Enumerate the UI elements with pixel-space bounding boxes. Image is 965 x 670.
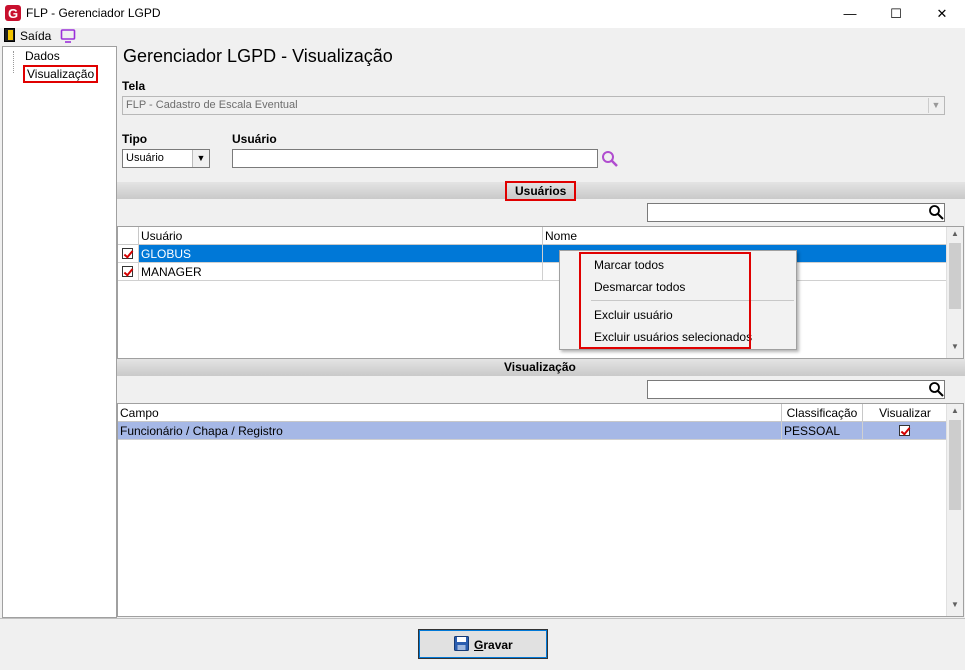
checkbox[interactable] [122, 266, 133, 277]
scroll-down-icon[interactable]: ▼ [947, 600, 963, 614]
usuario-label: Usuário [232, 132, 277, 146]
window-title: FLP - Gerenciador LGPD [26, 6, 161, 20]
table-row[interactable]: GLOBUS [118, 245, 947, 263]
grid-header-nome[interactable]: Nome [543, 227, 947, 245]
tipo-label: Tipo [122, 132, 148, 146]
search-icon[interactable] [928, 204, 944, 220]
search-icon[interactable] [928, 381, 944, 397]
usuarios-search-input[interactable] [647, 203, 945, 222]
usuario-cell: GLOBUS [139, 245, 543, 263]
visualizacao-search-input[interactable] [647, 380, 945, 399]
visualizacao-section-title: Visualização [504, 360, 576, 374]
exit-door-icon[interactable] [4, 28, 15, 42]
checkbox[interactable] [899, 425, 910, 436]
save-button[interactable]: Gravar [418, 629, 548, 659]
chevron-down-icon[interactable]: ▼ [192, 150, 209, 167]
usuarios-grid: Usuário Nome GLOBUS MANAGER ▲ ▼ [117, 226, 964, 359]
minimize-button[interactable]: — [827, 0, 873, 28]
svg-text:G: G [8, 6, 18, 21]
usuarios-section-title: Usuários [505, 181, 577, 201]
search-icon[interactable] [601, 150, 619, 168]
scroll-up-icon[interactable]: ▲ [947, 229, 963, 243]
grid-header-visualizar[interactable]: Visualizar [863, 404, 947, 422]
usuario-input[interactable] [232, 149, 598, 168]
row-check-cell[interactable] [118, 263, 139, 281]
scroll-thumb[interactable] [949, 420, 961, 510]
scroll-thumb[interactable] [949, 243, 961, 309]
exit-button[interactable]: Saída [20, 29, 51, 43]
visualizar-cell[interactable] [863, 422, 947, 440]
row-check-cell[interactable] [118, 245, 139, 263]
table-row[interactable]: MANAGER [118, 263, 947, 281]
maximize-button[interactable]: ☐ [873, 0, 919, 28]
scroll-down-icon[interactable]: ▼ [947, 342, 963, 356]
grid-header-check [118, 227, 139, 245]
toolbar [0, 28, 965, 46]
footer-divider [0, 618, 965, 619]
grid-header-usuario[interactable]: Usuário [139, 227, 543, 245]
campo-cell: Funcionário / Chapa / Registro [118, 422, 782, 440]
tela-label: Tela [122, 79, 146, 93]
save-button-label: Gravar [474, 638, 513, 652]
visualizacao-grid: Campo Classificação Visualizar Funcionár… [117, 403, 964, 617]
vertical-scrollbar[interactable]: ▲ ▼ [946, 404, 963, 616]
monitor-icon[interactable] [60, 28, 76, 44]
tree-item-dados[interactable]: Dados [23, 49, 62, 63]
vertical-scrollbar[interactable]: ▲ ▼ [946, 227, 963, 358]
classificacao-cell: PESSOAL [782, 422, 863, 440]
page-title: Gerenciador LGPD - Visualização [123, 46, 393, 66]
tela-select[interactable]: FLP - Cadastro de Escala Eventual [122, 96, 945, 115]
floppy-disk-icon [454, 636, 469, 651]
usuario-cell: MANAGER [139, 263, 543, 281]
highlight-box [579, 252, 751, 349]
grid-header-campo[interactable]: Campo [118, 404, 782, 422]
grid-header-classificacao[interactable]: Classificação [782, 404, 863, 422]
chevron-down-icon[interactable]: ▼ [928, 98, 943, 113]
table-row[interactable]: Funcionário / Chapa / Registro PESSOAL [118, 422, 947, 440]
close-button[interactable]: ✕ [919, 0, 965, 28]
checkbox[interactable] [122, 248, 133, 259]
navigation-tree: Dados Visualização [2, 46, 117, 618]
tree-connector [13, 51, 14, 73]
tree-item-visualizacao[interactable]: Visualização [23, 65, 99, 83]
scroll-up-icon[interactable]: ▲ [947, 406, 963, 420]
app-logo-icon: G [5, 5, 21, 21]
